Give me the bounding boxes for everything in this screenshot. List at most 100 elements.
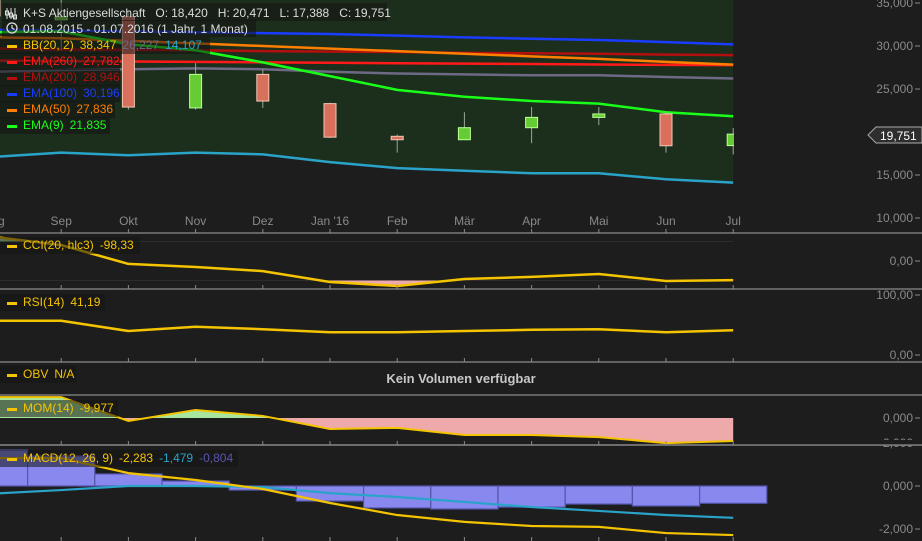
obv-panel: Kein Volumen verfügbar <box>386 371 535 386</box>
month-axis-label: Aug <box>0 214 5 228</box>
legend-swatch <box>7 93 17 96</box>
stock-chart[interactable]: 35,00030,00025,00020,00015,00010,000AugS… <box>0 0 922 541</box>
last-price-marker: 19,751 <box>867 126 922 144</box>
legend-value: 21,835 <box>70 118 107 132</box>
svg-text:MACD(12, 26, 9)-2,283-1,479-0,: MACD(12, 26, 9) -2,283 -1,479 -0,804 <box>23 451 233 465</box>
indicator-axis-label: -2,000 <box>879 522 913 536</box>
month-axis-label: Mai <box>589 214 608 228</box>
rsi-line <box>0 319 734 334</box>
legend-label: MACD(12, 26, 9) <box>23 451 113 465</box>
indicator-axis-label: 0,00 <box>890 348 914 362</box>
legend-value: 30,196 <box>83 86 120 100</box>
legend-label: EMA(100) <box>23 86 77 100</box>
ohlc-label: O: <box>155 6 168 20</box>
indicator-axis-label: 0,00 <box>890 254 914 268</box>
price-axis-label: 30,000 <box>876 39 913 53</box>
legend-rsi-14[interactable]: RSI(14) 41,19 <box>0 294 105 311</box>
legend-value: 41,19 <box>70 295 100 309</box>
last-price-label: 19,751 <box>880 129 917 143</box>
indicator-axis-label: 0,000 <box>883 411 913 425</box>
legend-label: EMA(50) <box>23 102 70 116</box>
legend-swatch <box>7 77 17 80</box>
legend-value: 28,946 <box>83 70 120 84</box>
legend-value: 27,782 <box>83 54 120 68</box>
legend-label: RSI(14) <box>23 295 64 309</box>
legend-label: MOM(14) <box>23 401 74 415</box>
legend-swatch <box>7 109 17 112</box>
month-axis-label: Nov <box>185 214 206 228</box>
legend-label: EMA(260) <box>23 54 77 68</box>
legend-obv[interactable]: OBV N/A <box>0 366 76 383</box>
ohlc-label: C: <box>339 6 351 20</box>
legend-label: BB(20, 2) <box>23 38 74 52</box>
legend-ema-260[interactable]: EMA(260) 27,782 <box>0 53 120 70</box>
legend-swatch <box>7 408 17 411</box>
ohlc-label: L: <box>280 6 290 20</box>
legend-ema-100[interactable]: EMA(100) 30,196 <box>0 85 120 102</box>
macd-histogram-bar <box>497 485 566 508</box>
month-axis-label: Jul <box>726 214 741 228</box>
legend-value: 38,347 <box>80 38 117 52</box>
legend-swatch <box>7 302 17 305</box>
legend-swatch <box>7 45 17 48</box>
legend-swatch <box>7 374 17 377</box>
instrument-name: K+S Aktiengesellschaft <box>23 6 146 20</box>
month-axis-label: Dez <box>252 214 273 228</box>
macd-histogram-bar <box>564 485 634 505</box>
month-axis-label: Jan '16 <box>311 214 350 228</box>
legend-swatch <box>7 125 17 128</box>
ohlc-value: 19,751 <box>354 6 391 20</box>
ohlc-label: H: <box>218 6 230 20</box>
legend-label: EMA(9) <box>23 118 64 132</box>
price-axis-label: 35,000 <box>876 0 913 10</box>
legend-ema-9[interactable]: EMA(9) 21,835 <box>0 117 110 134</box>
macd-histogram-bar <box>698 485 768 504</box>
ohlc-value: 18,420 <box>171 6 208 20</box>
svg-text:EMA(50)27,836: EMA(50) 27,836 <box>23 102 113 116</box>
legend-value: -1,479 <box>159 451 193 465</box>
svg-text:CCI(20, hlc3)-98,33: CCI(20, hlc3) -98,33 <box>23 238 134 252</box>
legend-value: -9,977 <box>80 401 114 415</box>
svg-text:BB(20, 2)38,34726,22714,107: BB(20, 2) 38,347 26,227 14,107 <box>23 38 202 52</box>
month-axis-label: Jun <box>656 214 675 228</box>
legend-swatch <box>7 245 17 248</box>
indicator-axis-label: 0,000 <box>883 479 913 493</box>
legend-ema-50[interactable]: EMA(50) 27,836 <box>0 101 115 118</box>
month-axis-label: Mär <box>454 214 475 228</box>
price-axis-label: 10,000 <box>876 211 913 225</box>
legend-ema-200[interactable]: EMA(200) 28,946 <box>0 69 120 86</box>
ohlc-value: 17,388 <box>293 6 330 20</box>
svg-text:MOM(14)-9,977: MOM(14) -9,977 <box>23 401 114 415</box>
legend-label: EMA(200) <box>23 70 77 84</box>
legend-mom-14[interactable]: MOM(14) -9,977 <box>0 400 118 417</box>
macd-histogram-bar <box>631 485 701 507</box>
svg-text:EMA(200)28,946: EMA(200) 28,946 <box>23 70 120 84</box>
price-axis-label: 25,000 <box>876 82 913 96</box>
legend-bb-20-2[interactable]: BB(20, 2) 38,347 26,227 14,107 <box>0 37 210 54</box>
svg-text:EMA(260)27,782: EMA(260) 27,782 <box>23 54 120 68</box>
month-axis-label: Feb <box>387 214 408 228</box>
indicator-axis-label: 100,00 <box>876 288 913 302</box>
legend-cci-20-hlc3[interactable]: CCI(20, hlc3) -98,33 <box>0 237 140 254</box>
obv-no-volume-message: Kein Volumen verfügbar <box>386 371 535 386</box>
legend-swatch <box>7 61 17 64</box>
legend-label: OBV <box>23 367 48 381</box>
legend-value: -2,283 <box>119 451 153 465</box>
candles-settings-icon[interactable] <box>5 8 17 20</box>
month-axis-label: Okt <box>119 214 138 228</box>
price-axis-label: 15,000 <box>876 168 913 182</box>
indicator-panels <box>0 236 768 537</box>
chart-header: K+S Aktiengesellschaft O: 18,420 H: 20,471 L:… <box>2 3 391 21</box>
legend-value: 14,107 <box>165 38 202 52</box>
month-axis-label: Apr <box>522 214 541 228</box>
legend-value: N/A <box>54 367 74 381</box>
candle-jan-16[interactable] <box>323 102 337 139</box>
legend-swatch <box>7 458 17 461</box>
date-range[interactable]: 01.08.2015 - 01.07.2016 (1 Jahr, 1 Monat… <box>2 20 256 37</box>
month-axis-label: Sep <box>51 214 73 228</box>
legend-value: 26,227 <box>122 38 159 52</box>
macd-histogram-bar <box>430 485 499 510</box>
svg-text:EMA(100)30,196: EMA(100) 30,196 <box>23 86 120 100</box>
legend-value: -0,804 <box>199 451 233 465</box>
legend-macd-12-26-9[interactable]: MACD(12, 26, 9) -2,283 -1,479 -0,804 <box>0 450 238 467</box>
